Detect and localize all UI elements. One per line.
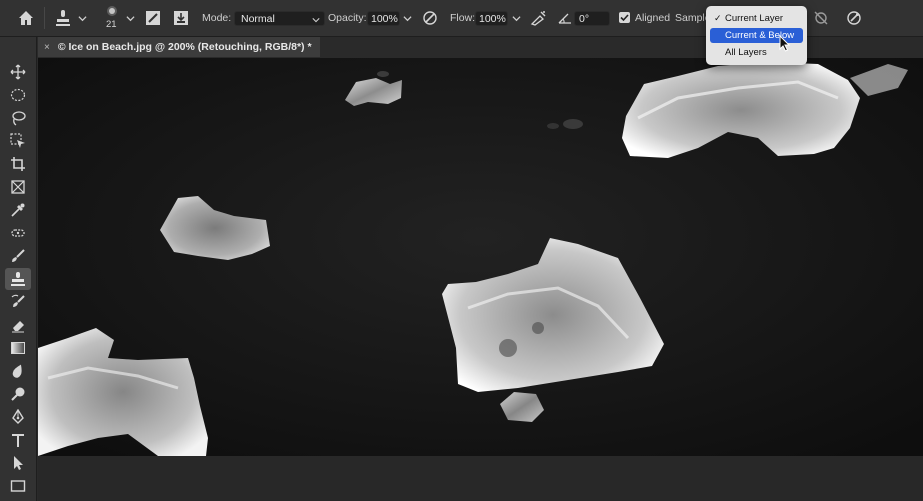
eraser-icon	[12, 321, 24, 333]
ignore-adjustment-layers-icon[interactable]	[813, 10, 829, 26]
pressure-size-icon[interactable]	[846, 10, 862, 26]
pressure-opacity-icon[interactable]	[422, 10, 438, 26]
brush-preview[interactable]: 21	[103, 5, 121, 31]
mode-select[interactable]: Normal	[234, 11, 325, 26]
flow-field[interactable]: 100%	[475, 11, 508, 26]
move-icon	[10, 64, 26, 80]
mouse-pointer-icon	[779, 35, 791, 52]
lasso-icon	[12, 111, 26, 126]
gradient-icon	[11, 342, 25, 354]
opacity-label: Opacity:	[328, 12, 367, 24]
brush-chevron-icon[interactable]	[125, 13, 135, 23]
type-tool[interactable]	[5, 429, 31, 451]
gradient-tool[interactable]	[5, 337, 31, 359]
history-brush-icon	[11, 294, 25, 307]
rectangle-tool[interactable]	[5, 475, 31, 497]
tools-panel	[0, 37, 37, 501]
brush-tip-icon	[107, 6, 117, 16]
document-tab-title: © Ice on Beach.jpg @ 200% (Retouching, R…	[57, 41, 312, 53]
eyedropper-tool[interactable]	[5, 199, 31, 221]
document-canvas[interactable]	[38, 58, 923, 456]
clone-source-icon[interactable]	[173, 10, 189, 26]
flow-chevron-icon[interactable]	[511, 13, 521, 23]
menu-item-label: Current Layer	[725, 13, 784, 24]
blur-tool[interactable]	[5, 360, 31, 382]
object-selection-icon	[10, 133, 25, 148]
crop-icon	[11, 157, 25, 171]
bandage-icon	[11, 229, 25, 237]
rectangle-icon	[10, 480, 26, 492]
pen-tool[interactable]	[5, 406, 31, 428]
history-brush-tool[interactable]	[5, 291, 31, 313]
elliptical-marquee-icon	[10, 88, 26, 102]
clone-stamp-icon[interactable]	[55, 9, 71, 27]
close-tab-icon[interactable]: ×	[44, 42, 50, 53]
marquee-tool[interactable]	[5, 84, 31, 106]
flow-value: 100%	[479, 13, 506, 25]
aligned-label: Aligned	[635, 12, 671, 24]
clone-stamp-tool[interactable]	[5, 268, 31, 290]
path-selection-tool[interactable]	[5, 452, 31, 474]
blur-drop-icon	[12, 364, 22, 378]
separator	[44, 7, 45, 29]
document-tab[interactable]: × © Ice on Beach.jpg @ 200% (Retouching,…	[38, 37, 320, 57]
angle-icon	[558, 11, 572, 25]
mode-label: Mode:	[202, 12, 232, 24]
brush-icon	[12, 249, 25, 262]
beach-ice-photo	[38, 58, 923, 456]
mode-chevron-icon	[312, 18, 320, 23]
brush-size-value: 21	[106, 19, 117, 30]
flow-label: Flow:	[450, 12, 476, 24]
check-icon	[620, 14, 629, 22]
object-selection-tool[interactable]	[5, 130, 31, 152]
menu-item-label: All Layers	[725, 47, 767, 58]
clone-stamp-tool-icon	[11, 272, 25, 286]
airbrush-icon[interactable]	[530, 10, 547, 26]
type-icon	[12, 434, 24, 447]
move-tool[interactable]	[5, 61, 31, 83]
brush-settings-icon[interactable]	[145, 10, 161, 26]
brush-tool[interactable]	[5, 245, 31, 267]
mode-value: Normal	[241, 13, 275, 25]
dodge-icon	[11, 387, 25, 401]
checkmark-icon: ✓	[714, 13, 722, 23]
angle-field[interactable]: 0°	[574, 11, 610, 26]
crop-tool[interactable]	[5, 153, 31, 175]
home-icon[interactable]	[18, 10, 34, 26]
opacity-field[interactable]: 100%	[367, 11, 400, 26]
menu-item-current-layer[interactable]: ✓ Current Layer	[710, 11, 803, 26]
lasso-tool[interactable]	[5, 107, 31, 129]
frame-tool[interactable]	[5, 176, 31, 198]
frame-icon	[11, 180, 25, 194]
tool-preset-chevron-icon[interactable]	[77, 13, 87, 23]
aligned-checkbox[interactable]	[619, 12, 630, 23]
eyedropper-icon	[11, 203, 25, 217]
opacity-chevron-icon[interactable]	[402, 13, 412, 23]
canvas-pasteboard	[38, 456, 923, 501]
dodge-tool[interactable]	[5, 383, 31, 405]
pen-icon	[12, 409, 24, 424]
opacity-value: 100%	[371, 13, 398, 25]
eraser-tool[interactable]	[5, 314, 31, 336]
angle-value: 0°	[579, 13, 590, 25]
spot-healing-tool[interactable]	[5, 222, 31, 244]
path-selection-icon	[14, 456, 23, 470]
